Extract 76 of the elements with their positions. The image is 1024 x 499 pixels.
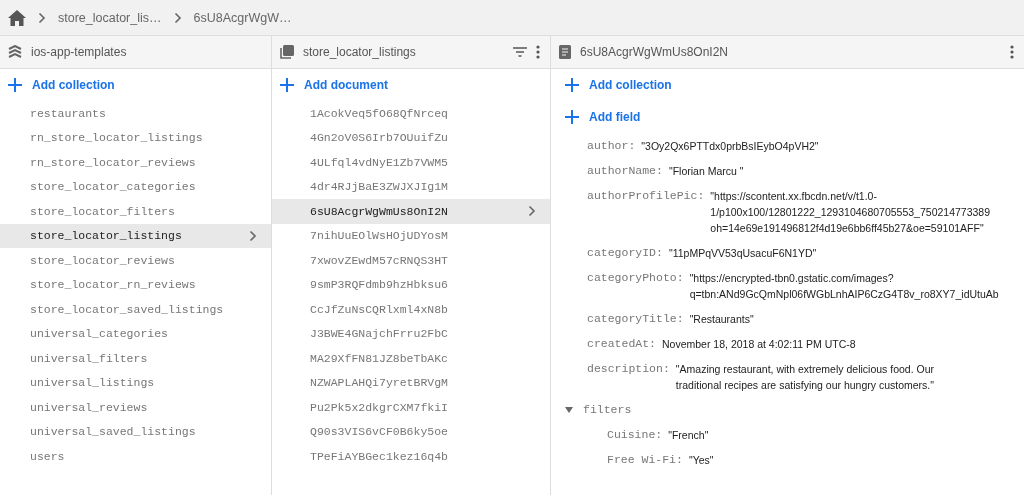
list-item[interactable]: Q90s3VIS6vCF0B6ky5oe <box>272 419 550 444</box>
project-title: ios-app-templates <box>31 45 128 59</box>
field-value: "Yes" <box>688 453 714 468</box>
plus-icon <box>8 78 22 92</box>
field-value: "French" <box>668 428 709 443</box>
list-item[interactable]: users <box>0 444 271 469</box>
filter-icon[interactable] <box>513 47 527 57</box>
field-value: "3Oy2Qx6PTTdx0prbBsIEybO4pVH2" <box>641 139 819 154</box>
chevron-right-icon <box>38 11 46 24</box>
more-icon[interactable] <box>1010 45 1014 59</box>
plus-icon <box>565 110 579 124</box>
field-key: createdAt: <box>587 336 656 352</box>
field-value: "Amazing restaurant, with extremely delicious food. Our traditional recipes are satisfying our hungry customers." <box>675 362 934 393</box>
field-value: "https://encrypted-tbn0.gstatic.com/images? q=tbn:ANd9GcQmNpl06fWGbLnhAIP6CzG4T8v_ro8XY7_idUtuAb <box>689 271 999 302</box>
field-value: "Florian Marcu " <box>668 164 744 179</box>
list-item[interactable]: 9smP3RQFdmb9hzHbksu6 <box>272 272 550 297</box>
list-item[interactable]: store_locator_filters <box>0 199 271 224</box>
list-item[interactable]: MA29XfFN81JZ8beTbAKc <box>272 346 550 371</box>
field-key: Cuisine: <box>607 427 663 443</box>
triangle-icon[interactable] <box>565 407 573 413</box>
list-item[interactable]: universal_saved_listings <box>0 419 271 444</box>
list-item[interactable]: universal_listings <box>0 370 271 395</box>
list-item[interactable]: store_locator_saved_listings <box>0 297 271 322</box>
list-item[interactable]: J3BWE4GNajchFrru2FbC <box>272 321 550 346</box>
list-item[interactable]: store_locator_categories <box>0 174 271 199</box>
field-key: categoryPhoto: <box>587 270 684 286</box>
field-value: November 18, 2018 at 4:02:11 PM UTC-8 <box>662 337 856 352</box>
list-item[interactable]: NZWAPLAHQi7yretBRVgM <box>272 370 550 395</box>
list-item[interactable]: 4dr4RJjBaE3ZWJXJIg1M <box>272 174 550 199</box>
add-collection-button[interactable]: Add collection <box>589 78 672 92</box>
add-document-button[interactable]: Add document <box>304 78 388 92</box>
list-item[interactable]: store_locator_listings <box>0 223 271 248</box>
document-icon <box>559 45 571 59</box>
field-value: "11pMPqVV53qUsacuF6N1YD" <box>668 246 817 261</box>
field-key: categoryTitle: <box>587 311 684 327</box>
chevron-right-icon <box>173 11 182 24</box>
document-title: 6sU8AcgrWgWmUs8OnI2N <box>580 45 730 59</box>
plus-icon <box>565 78 579 92</box>
list-item[interactable]: rn_store_locator_reviews <box>0 150 271 175</box>
layers-icon <box>8 45 22 59</box>
field-key: filters <box>583 402 632 418</box>
list-item[interactable]: 6sU8AcgrWgWmUs8OnI2N <box>272 199 550 224</box>
list-item[interactable]: 7xwovZEwdM57cRNQS3HT <box>272 248 550 273</box>
list-item[interactable]: universal_reviews <box>0 395 271 420</box>
add-field-button[interactable]: Add field <box>589 110 641 124</box>
more-icon[interactable] <box>536 45 540 59</box>
breadcrumb-link[interactable]: 6sU8AcgrWgW… <box>193 10 292 25</box>
list-item[interactable]: 4ULfql4vdNyE1Zb7VWM5 <box>272 150 550 175</box>
plus-icon <box>280 78 294 92</box>
chevron-right-icon <box>249 229 257 242</box>
field-key: description: <box>587 361 670 377</box>
field-value: "https://scontent.xx.fbcdn.net/v/t1.0- 1/p100x100/12801222_1293104680705553_750214773389 oh=14e69e191496812f4d19e6bb6ff45b27&oe=59101AFF" <box>710 189 991 236</box>
list-item[interactable]: TPeFiAYBGec1kez16q4b <box>272 444 550 469</box>
field-key: Free Wi-Fi: <box>607 452 683 468</box>
list-item[interactable]: restaurants <box>0 101 271 126</box>
list-item[interactable]: universal_categories <box>0 321 271 346</box>
list-item[interactable]: 7nihUuEOlWsHOjUDYosM <box>272 223 550 248</box>
add-collection-button[interactable]: Add collection <box>32 78 115 92</box>
home-icon[interactable] <box>8 9 26 26</box>
collection-icon <box>280 45 294 59</box>
chevron-right-icon <box>528 205 536 218</box>
field-value: "Restaurants" <box>689 312 754 327</box>
list-item[interactable]: rn_store_locator_listings <box>0 125 271 150</box>
field-key: authorProfilePic: <box>587 188 705 204</box>
breadcrumb-link[interactable]: store_locator_lis… <box>58 10 162 25</box>
list-item[interactable]: 1AcokVeq5fO68QfNrceq <box>272 101 550 126</box>
collection-title: store_locator_listings <box>303 45 417 59</box>
field-key: categoryID: <box>587 245 663 261</box>
list-item[interactable]: 4Gn2oV0S6Irb7OUuifZu <box>272 125 550 150</box>
list-item[interactable]: universal_filters <box>0 346 271 371</box>
list-item[interactable]: Pu2Pk5x2dkgrCXM7fkiI <box>272 395 550 420</box>
list-item[interactable]: store_locator_rn_reviews <box>0 272 271 297</box>
list-item[interactable]: CcJfZuNsCQRlxml4xN8b <box>272 297 550 322</box>
field-key: authorName: <box>587 163 663 179</box>
list-item[interactable]: store_locator_reviews <box>0 248 271 273</box>
field-key: author: <box>587 138 636 154</box>
